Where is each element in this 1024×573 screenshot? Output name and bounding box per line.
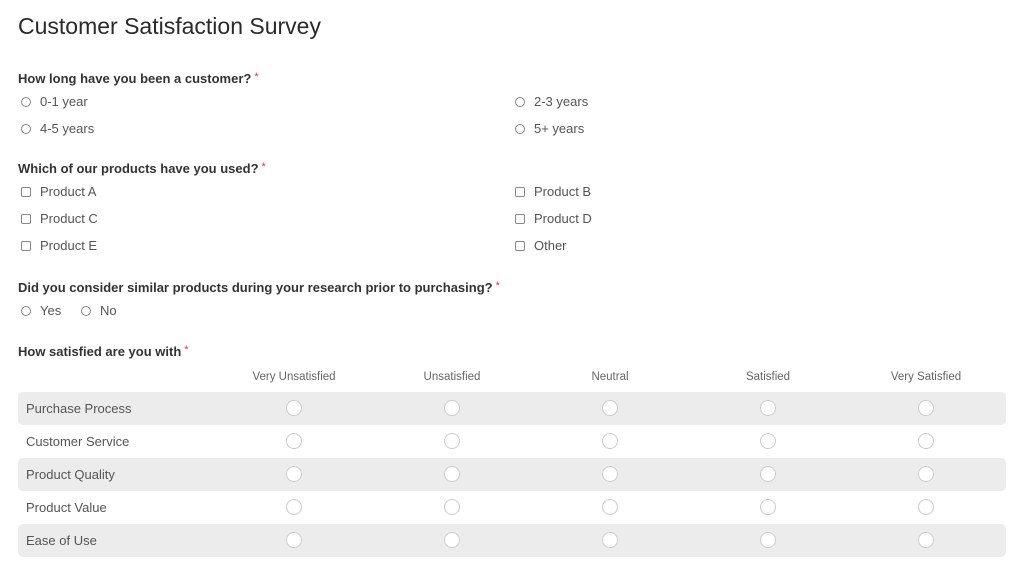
matrix-header: Very Unsatisfied Unsatisfied Neutral Sat… bbox=[18, 366, 1006, 392]
question-considered-similar: Did you consider similar products during… bbox=[18, 280, 500, 295]
option-label: 0-1 year bbox=[40, 94, 88, 109]
radio-icon[interactable] bbox=[21, 96, 31, 107]
option-label: Product A bbox=[40, 184, 97, 199]
matrix-radio-satisfied[interactable] bbox=[760, 433, 776, 449]
matrix-radio-very-satisfied[interactable] bbox=[918, 400, 934, 416]
matrix-row: Product Value bbox=[18, 491, 1006, 524]
matrix-radio-very-unsatisfied[interactable] bbox=[286, 433, 302, 449]
checkbox-icon[interactable] bbox=[515, 186, 525, 197]
question-customer-duration: How long have you been a customer? * bbox=[18, 71, 259, 86]
radio-option-no[interactable]: No bbox=[81, 303, 117, 318]
matrix-radio-neutral[interactable] bbox=[602, 433, 618, 449]
option-label: Other bbox=[534, 238, 567, 253]
column-header-neutral: Neutral bbox=[591, 371, 629, 383]
option-label: No bbox=[100, 303, 117, 318]
matrix-row: Purchase Process bbox=[18, 392, 1006, 425]
checkbox-icon[interactable] bbox=[21, 213, 31, 224]
column-header-unsatisfied: Unsatisfied bbox=[423, 371, 481, 383]
radio-option-2-3-years[interactable]: 2-3 years bbox=[515, 94, 588, 109]
checkbox-product-e[interactable]: Product E bbox=[21, 238, 97, 253]
required-marker: * bbox=[184, 344, 189, 356]
row-label: Ease of Use bbox=[26, 533, 97, 548]
radio-icon[interactable] bbox=[21, 305, 31, 316]
checkbox-product-b[interactable]: Product B bbox=[515, 184, 591, 199]
row-label: Customer Service bbox=[26, 434, 130, 449]
page-title: Customer Satisfaction Survey bbox=[18, 13, 321, 39]
matrix-radio-satisfied[interactable] bbox=[760, 499, 776, 515]
row-label: Purchase Process bbox=[26, 401, 132, 416]
matrix-radio-very-satisfied[interactable] bbox=[918, 466, 934, 482]
matrix-radio-very-satisfied[interactable] bbox=[918, 532, 934, 548]
matrix-radio-unsatisfied[interactable] bbox=[444, 466, 460, 482]
satisfaction-matrix: Very Unsatisfied Unsatisfied Neutral Sat… bbox=[18, 366, 1006, 557]
matrix-radio-satisfied[interactable] bbox=[760, 532, 776, 548]
row-label: Product Value bbox=[26, 500, 107, 515]
matrix-radio-very-unsatisfied[interactable] bbox=[286, 532, 302, 548]
checkbox-icon[interactable] bbox=[515, 213, 525, 224]
checkbox-product-d[interactable]: Product D bbox=[515, 211, 592, 226]
matrix-radio-very-unsatisfied[interactable] bbox=[286, 466, 302, 482]
checkbox-icon[interactable] bbox=[515, 240, 525, 251]
radio-icon[interactable] bbox=[81, 305, 91, 316]
option-label: Product E bbox=[40, 238, 98, 253]
matrix-radio-very-satisfied[interactable] bbox=[918, 499, 934, 515]
option-label: Product B bbox=[534, 184, 592, 199]
question-products-used: Which of our products have you used? * bbox=[18, 161, 266, 176]
option-label: Yes bbox=[40, 303, 62, 318]
matrix-radio-neutral[interactable] bbox=[602, 400, 618, 416]
matrix-radio-neutral[interactable] bbox=[602, 532, 618, 548]
matrix-row: Ease of Use bbox=[18, 524, 1006, 557]
matrix-radio-unsatisfied[interactable] bbox=[444, 499, 460, 515]
checkbox-product-a[interactable]: Product A bbox=[21, 184, 96, 199]
matrix-radio-neutral[interactable] bbox=[602, 499, 618, 515]
matrix-row: Product Quality bbox=[18, 458, 1006, 491]
matrix-radio-neutral[interactable] bbox=[602, 466, 618, 482]
matrix-radio-very-unsatisfied[interactable] bbox=[286, 499, 302, 515]
row-label: Product Quality bbox=[26, 467, 115, 482]
required-marker: * bbox=[254, 71, 259, 83]
checkbox-product-c[interactable]: Product C bbox=[21, 211, 98, 226]
matrix-radio-unsatisfied[interactable] bbox=[444, 532, 460, 548]
matrix-radio-unsatisfied[interactable] bbox=[444, 433, 460, 449]
column-header-very-satisfied: Very Satisfied bbox=[890, 371, 962, 383]
column-header-satisfied: Satisfied bbox=[745, 371, 791, 383]
checkbox-icon[interactable] bbox=[21, 240, 31, 251]
option-label: 5+ years bbox=[534, 121, 585, 136]
option-label: 4-5 years bbox=[40, 121, 95, 136]
matrix-row: Customer Service bbox=[18, 425, 1006, 458]
matrix-radio-very-satisfied[interactable] bbox=[918, 433, 934, 449]
option-label: Product C bbox=[40, 211, 98, 226]
radio-icon[interactable] bbox=[515, 96, 525, 107]
checkbox-icon[interactable] bbox=[21, 186, 31, 197]
required-marker: * bbox=[495, 280, 500, 292]
option-label: Product D bbox=[534, 211, 592, 226]
column-header-very-unsatisfied: Very Unsatisfied bbox=[252, 371, 336, 383]
radio-icon[interactable] bbox=[21, 123, 31, 134]
radio-option-4-5-years[interactable]: 4-5 years bbox=[21, 121, 94, 136]
matrix-radio-very-unsatisfied[interactable] bbox=[286, 400, 302, 416]
matrix-radio-unsatisfied[interactable] bbox=[444, 400, 460, 416]
radio-option-0-1-year[interactable]: 0-1 year bbox=[21, 94, 88, 109]
checkbox-other[interactable]: Other bbox=[515, 238, 567, 253]
matrix-radio-satisfied[interactable] bbox=[760, 400, 776, 416]
radio-icon[interactable] bbox=[515, 123, 525, 134]
radio-option-yes[interactable]: Yes bbox=[21, 303, 61, 318]
option-label: 2-3 years bbox=[534, 94, 589, 109]
question-label: Which of our products have you used? bbox=[18, 161, 259, 176]
radio-option-5plus-years[interactable]: 5+ years bbox=[515, 121, 584, 136]
question-label: How satisfied are you with bbox=[18, 344, 182, 359]
question-label: How long have you been a customer? bbox=[18, 71, 252, 86]
matrix-radio-satisfied[interactable] bbox=[760, 466, 776, 482]
required-marker: * bbox=[261, 161, 266, 173]
question-satisfaction-matrix: How satisfied are you with * bbox=[18, 344, 189, 359]
question-label: Did you consider similar products during… bbox=[18, 280, 493, 295]
